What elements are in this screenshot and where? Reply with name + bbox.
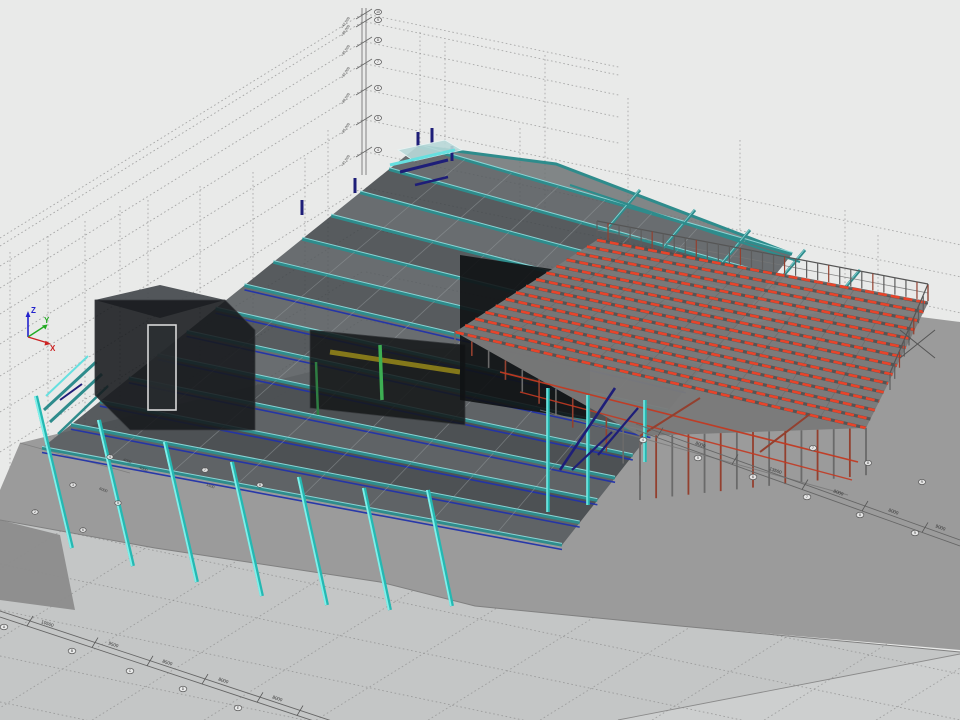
grid-bubble-label: 7	[812, 446, 814, 450]
grid-bubble-label: 10	[376, 10, 380, 14]
grid-bubble-label: 8	[867, 461, 869, 465]
y-axis-label: Y	[44, 316, 50, 325]
grid-bubble: 5	[694, 455, 702, 460]
elevation-label: +21.500	[340, 154, 351, 167]
model-viewport[interactable]: +42.50010+39.0009+35.5008+32.0007+28.500…	[0, 0, 960, 720]
grid-bubble: B	[68, 648, 76, 653]
y-axis-line	[28, 326, 45, 337]
grid-bubble: 7	[202, 468, 208, 473]
grid-bubble: 8	[374, 37, 381, 42]
grid-bubble-label: 2	[34, 510, 36, 514]
grid-line-horizontal	[366, 42, 620, 95]
grid-bubble: 6	[374, 85, 381, 90]
elevation-label: +25.000	[340, 122, 351, 135]
green-column	[380, 345, 382, 400]
grid-bubble: 9	[918, 479, 925, 484]
grid-bubble: 8	[856, 512, 864, 517]
grid-bubble: 4	[374, 147, 381, 152]
grid-bubble-label: 3	[72, 483, 74, 487]
grid-bubble-label: 6	[377, 86, 379, 90]
grid-bubble: 4	[639, 437, 647, 442]
grid-bubble: 3	[70, 483, 76, 488]
grid-bubble: D	[179, 686, 187, 691]
grid-bubble: 8	[257, 483, 263, 488]
grid-line-horizontal	[366, 22, 620, 75]
elevation-tick	[356, 85, 372, 95]
grid-bubble: 6	[749, 474, 757, 479]
grid-line-horizontal	[366, 64, 620, 117]
grid-bubble-label: 7	[377, 60, 379, 64]
grid-bubble: 7	[374, 59, 381, 64]
grid-bubble-label: 8	[377, 38, 379, 42]
x-axis-label: X	[50, 344, 56, 353]
elevation-label: +32.000	[340, 66, 351, 79]
grid-bubble: 10	[374, 9, 381, 14]
grid-bubble: 2	[32, 510, 38, 515]
grid-bubble: 4	[107, 455, 113, 460]
door-frame	[148, 325, 176, 410]
x-axis-line	[28, 337, 48, 343]
grid-bubble-label: 4	[377, 148, 379, 152]
grid-line-diagonal	[0, 22, 362, 246]
orientation-triad: Z Y X	[26, 306, 56, 353]
grid-line-diagonal	[0, 14, 362, 238]
grid-bubble-label: 9	[377, 18, 379, 22]
grid-bubble-label: 7	[806, 495, 808, 499]
elevation-tick	[356, 17, 372, 27]
elevation-tick	[356, 115, 372, 125]
grid-bubble-label: 6	[752, 475, 754, 479]
grid-bubble: E	[234, 705, 242, 710]
grid-bubble: 9	[374, 17, 381, 22]
grid-bubble: 9	[911, 530, 919, 535]
grid-bubble-label: 9	[914, 531, 916, 535]
grid-bubble-label: 4	[109, 455, 111, 459]
grid-line-horizontal	[366, 90, 620, 143]
grid-bubble-label: 4	[642, 438, 644, 442]
grid-bubble: 5	[374, 115, 381, 120]
elevation-label: +28.500	[340, 92, 351, 105]
grid-bubble: 6	[80, 528, 86, 533]
z-axis-label: Z	[31, 306, 36, 315]
elevation-tick	[356, 9, 372, 19]
grid-bubble-label: 6	[82, 528, 84, 532]
glass-box-center	[310, 330, 465, 425]
elevation-tick	[356, 59, 372, 69]
elevation-axis: +42.50010+39.0009+35.5008+32.0007+28.500…	[340, 8, 382, 175]
elevation-label: +35.500	[340, 44, 351, 57]
elevation-tick	[356, 37, 372, 47]
grid-bubble-label: 7	[204, 468, 206, 472]
model-scene-canvas[interactable]: +42.50010+39.0009+35.5008+32.0007+28.500…	[0, 0, 960, 720]
grid-line-horizontal	[366, 14, 620, 67]
grid-bubble: 8	[864, 460, 871, 465]
grid-bubble-label: 5	[377, 116, 379, 120]
elevation-tick	[356, 147, 372, 157]
grid-bubble: C	[126, 668, 134, 673]
grid-bubble-label: 8	[859, 513, 861, 517]
z-axis-arrow	[26, 311, 31, 317]
grid-bubble-label: 5	[117, 501, 119, 505]
grid-bubble: 7	[809, 445, 816, 450]
grid-bubble-label: 8	[259, 483, 261, 487]
grid-bubble: A	[0, 624, 8, 629]
grid-bubble-label: 5	[697, 456, 699, 460]
grid-bubble: 7	[803, 494, 811, 499]
grid-bubble-label: 9	[921, 480, 923, 484]
grid-bubble: 5	[115, 501, 121, 506]
